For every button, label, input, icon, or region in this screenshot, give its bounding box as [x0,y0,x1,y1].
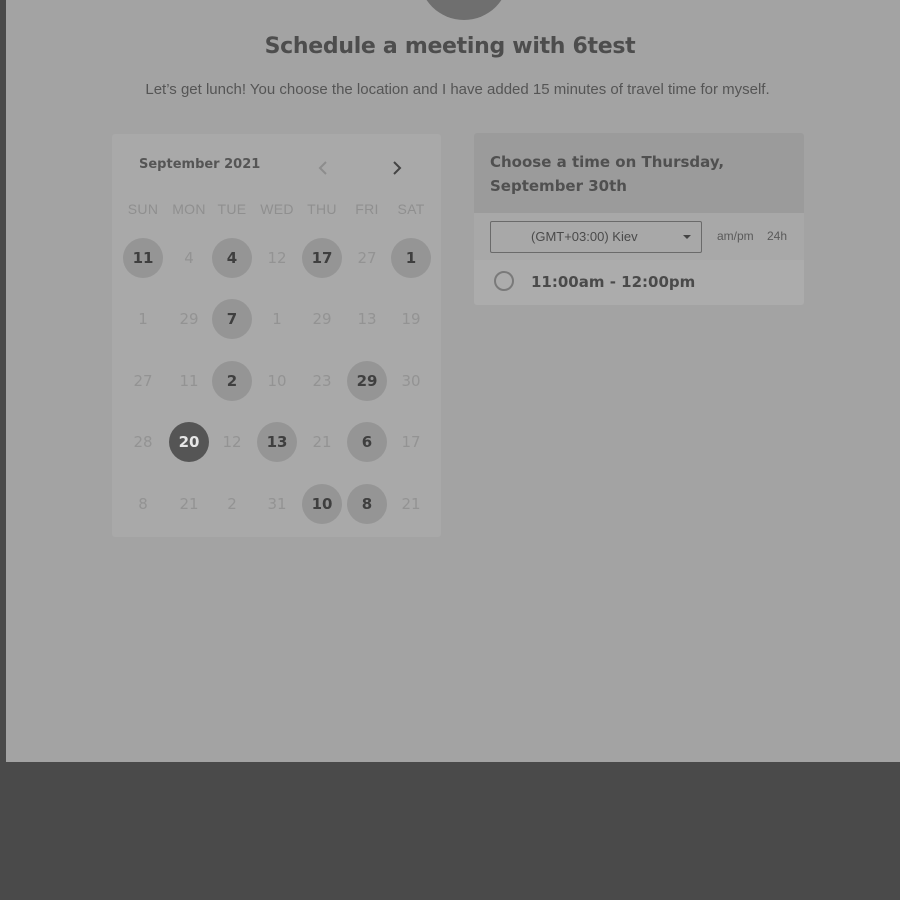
calendar-day[interactable]: 1 [391,238,431,278]
timezone-select[interactable]: (GMT+03:00) Kiev [490,221,702,253]
weekday-sat: SAT [397,201,425,217]
weekday-tue: TUE [217,201,247,217]
timezone-value: (GMT+03:00) Kiev [531,229,638,244]
chevron-left-icon[interactable] [313,158,333,178]
calendar-day: 27 [133,372,153,390]
calendar-day[interactable]: 10 [302,484,342,524]
calendar-day: 11 [179,372,199,390]
calendar-day: 21 [312,433,332,451]
calendar-day[interactable]: 17 [302,238,342,278]
time-panel-heading: Choose a time on Thursday, September 30t… [490,153,725,195]
calendar: September 2021 SUN MON TUE WED THU FRI SAT 11 4… [112,134,441,537]
calendar-day: 2 [227,495,237,513]
calendar-day: 17 [401,433,421,451]
format-24h-toggle[interactable]: 24h [767,229,787,243]
radio-button[interactable] [494,271,514,291]
calendar-day[interactable]: 13 [257,422,297,462]
calendar-day: 31 [267,495,287,513]
weekday-mon: MON [172,201,206,217]
calendar-day: 19 [401,310,421,328]
calendar-day[interactable]: 29 [347,361,387,401]
calendar-day-selected[interactable]: 20 [169,422,209,462]
calendar-day[interactable]: 8 [347,484,387,524]
page-subtitle: Let’s get lunch! You choose the location… [145,81,770,98]
calendar-day: 29 [179,310,199,328]
chevron-right-icon[interactable] [387,158,407,178]
calendar-day: 21 [401,495,421,513]
calendar-day[interactable]: 4 [212,238,252,278]
calendar-day: 21 [179,495,199,513]
caret-down-icon [683,235,691,239]
calendar-day[interactable]: 11 [123,238,163,278]
calendar-day: 8 [138,495,148,513]
time-panel-header: Choose a time on Thursday, September 30t… [474,133,804,213]
calendar-day: 13 [357,310,377,328]
calendar-day: 1 [138,310,148,328]
time-selection-panel: Choose a time on Thursday, September 30t… [474,133,804,305]
weekday-wed: WED [260,201,294,217]
calendar-day: 27 [357,249,377,267]
weekday-thu: THU [307,201,337,217]
calendar-day: 10 [267,372,287,390]
calendar-day: 23 [312,372,332,390]
weekday-fri: FRI [355,201,379,217]
calendar-day: 30 [401,372,421,390]
calendar-day[interactable]: 7 [212,299,252,339]
time-slot[interactable]: 11:00am - 12:00pm [474,260,804,305]
time-slot-label: 11:00am - 12:00pm [531,273,696,291]
calendar-day: 12 [267,249,287,267]
calendar-day: 12 [222,433,242,451]
page-title: Schedule a meeting with 6test [264,34,636,59]
weekday-sun: SUN [127,201,159,217]
format-ampm-toggle[interactable]: am/pm [717,229,754,243]
avatar [419,0,509,20]
calendar-month-label: September 2021 [139,157,261,172]
calendar-day: 4 [184,249,194,267]
calendar-day: 28 [133,433,153,451]
calendar-day[interactable]: 2 [212,361,252,401]
calendar-day[interactable]: 6 [347,422,387,462]
calendar-day: 1 [272,310,282,328]
calendar-day: 29 [312,310,332,328]
